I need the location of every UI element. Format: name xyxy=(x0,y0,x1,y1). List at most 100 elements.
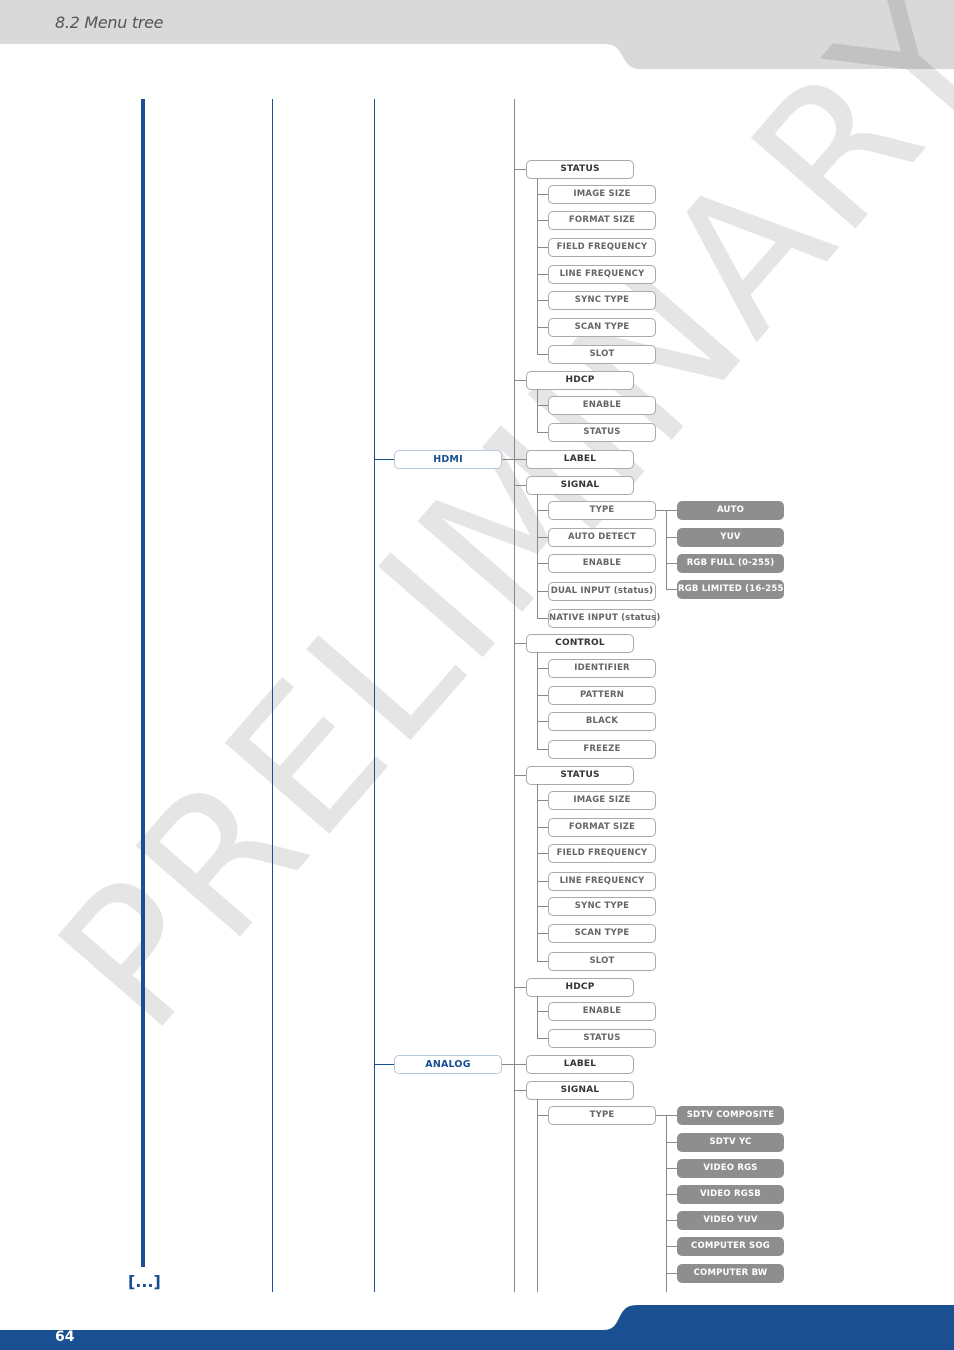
status-node[interactable]: STATUS xyxy=(526,766,634,785)
hdmi-node[interactable]: HDMI xyxy=(394,450,502,469)
menu-item-image-size[interactable]: IMAGE SIZE xyxy=(548,185,656,204)
continuation-marker: [...] xyxy=(128,1272,161,1291)
connector-line xyxy=(666,563,677,564)
connector-line xyxy=(666,1115,677,1116)
connector-line xyxy=(537,749,548,750)
connector-line xyxy=(537,389,538,432)
option-sdtv-yc[interactable]: SDTV YC xyxy=(677,1133,784,1152)
connector-line xyxy=(537,618,548,619)
menu-item-scan-type[interactable]: SCAN TYPE xyxy=(548,924,656,943)
menu-item-line-frequency[interactable]: LINE FREQUENCY xyxy=(548,872,656,891)
menu-item-format-size[interactable]: FORMAT SIZE xyxy=(548,211,656,230)
connector-line xyxy=(514,643,526,644)
control-node[interactable]: CONTROL xyxy=(526,634,634,653)
connector-line xyxy=(666,537,677,538)
menu-item-pattern[interactable]: PATTERN xyxy=(548,686,656,705)
connector-line xyxy=(537,247,548,248)
connector-line xyxy=(537,881,548,882)
tree-level-3-line xyxy=(374,99,375,1292)
option-auto[interactable]: AUTO xyxy=(677,501,784,520)
label-node[interactable]: LABEL xyxy=(526,450,634,469)
connector-line xyxy=(666,1246,677,1247)
menu-item-dual-input-status[interactable]: DUAL INPUT (status) xyxy=(548,582,656,601)
connector-line xyxy=(537,1011,548,1012)
connector-line xyxy=(374,1064,394,1065)
connector-line xyxy=(537,510,548,511)
hdcp-node[interactable]: HDCP xyxy=(526,978,634,997)
connector-line xyxy=(666,510,667,589)
menu-item-line-frequency[interactable]: LINE FREQUENCY xyxy=(548,265,656,284)
connector-line xyxy=(537,274,548,275)
menu-item-enable[interactable]: ENABLE xyxy=(548,396,656,415)
connector-line xyxy=(537,1038,548,1039)
connector-line xyxy=(656,1115,666,1116)
menu-item-auto-detect[interactable]: AUTO DETECT xyxy=(548,528,656,547)
connector-line xyxy=(537,494,538,618)
connector-line xyxy=(666,1194,677,1195)
menu-item-slot[interactable]: SLOT xyxy=(548,952,656,971)
option-computer-bw[interactable]: COMPUTER BW xyxy=(677,1264,784,1283)
connector-line xyxy=(537,432,548,433)
menu-item-type[interactable]: TYPE xyxy=(548,501,656,520)
hdcp-node[interactable]: HDCP xyxy=(526,371,634,390)
connector-line xyxy=(666,1220,677,1221)
connector-line xyxy=(666,1273,677,1274)
menu-item-image-size[interactable]: IMAGE SIZE xyxy=(548,791,656,810)
menu-item-scan-type[interactable]: SCAN TYPE xyxy=(548,318,656,337)
option-yuv[interactable]: YUV xyxy=(677,528,784,547)
menu-item-native-input-status[interactable]: NATIVE INPUT (status) xyxy=(548,609,660,628)
menu-item-field-frequency[interactable]: FIELD FREQUENCY xyxy=(548,844,656,863)
connector-line xyxy=(537,354,548,355)
connector-line xyxy=(666,589,677,590)
analog-node[interactable]: ANALOG xyxy=(394,1055,502,1074)
option-video-rgsb[interactable]: VIDEO RGSB xyxy=(677,1185,784,1204)
connector-line xyxy=(537,906,548,907)
connector-line xyxy=(666,1273,667,1292)
menu-item-type[interactable]: TYPE xyxy=(548,1106,656,1125)
connector-line xyxy=(537,1099,538,1292)
menu-item-identifier[interactable]: IDENTIFIER xyxy=(548,659,656,678)
connector-line xyxy=(514,987,526,988)
menu-item-format-size[interactable]: FORMAT SIZE xyxy=(548,818,656,837)
connector-line xyxy=(537,784,538,961)
option-rgb-limited-16-255[interactable]: RGB LIMITED (16-255) xyxy=(677,580,787,599)
watermark-text: PRELIMINARY xyxy=(17,0,954,1070)
connector-line xyxy=(537,591,548,592)
footer-shape xyxy=(0,1305,954,1350)
option-computer-sog[interactable]: COMPUTER SOG xyxy=(677,1237,784,1256)
connector-line xyxy=(537,996,538,1038)
menu-item-sync-type[interactable]: SYNC TYPE xyxy=(548,897,656,916)
connector-line xyxy=(514,169,526,170)
connector-line xyxy=(666,510,677,511)
option-video-yuv[interactable]: VIDEO YUV xyxy=(677,1211,784,1230)
connector-line xyxy=(537,1115,548,1116)
connector-line xyxy=(537,405,548,406)
menu-item-sync-type[interactable]: SYNC TYPE xyxy=(548,291,656,310)
signal-node[interactable]: SIGNAL xyxy=(526,476,634,495)
option-video-rgs[interactable]: VIDEO RGS xyxy=(677,1159,784,1178)
menu-item-enable[interactable]: ENABLE xyxy=(548,554,656,573)
connector-line xyxy=(537,668,548,669)
connector-line xyxy=(537,300,548,301)
connector-line xyxy=(537,721,548,722)
menu-item-freeze[interactable]: FREEZE xyxy=(548,740,656,759)
connector-line xyxy=(537,800,548,801)
menu-item-field-frequency[interactable]: FIELD FREQUENCY xyxy=(548,238,656,257)
connector-line xyxy=(537,327,548,328)
label-node[interactable]: LABEL xyxy=(526,1055,634,1074)
option-rgb-full-0-255[interactable]: RGB FULL (0-255) xyxy=(677,554,784,573)
menu-item-black[interactable]: BLACK xyxy=(548,712,656,731)
connector-line xyxy=(537,537,548,538)
menu-item-status[interactable]: STATUS xyxy=(548,1029,656,1048)
tree-level-1-line xyxy=(141,99,145,1267)
connector-line xyxy=(514,1090,526,1091)
status-node[interactable]: STATUS xyxy=(526,160,634,179)
menu-item-slot[interactable]: SLOT xyxy=(548,345,656,364)
connector-line xyxy=(502,459,526,460)
menu-item-enable[interactable]: ENABLE xyxy=(548,1002,656,1021)
signal-node[interactable]: SIGNAL xyxy=(526,1081,634,1100)
connector-line xyxy=(537,563,548,564)
option-sdtv-composite[interactable]: SDTV COMPOSITE xyxy=(677,1106,784,1125)
connector-line xyxy=(537,827,548,828)
menu-item-status[interactable]: STATUS xyxy=(548,423,656,442)
